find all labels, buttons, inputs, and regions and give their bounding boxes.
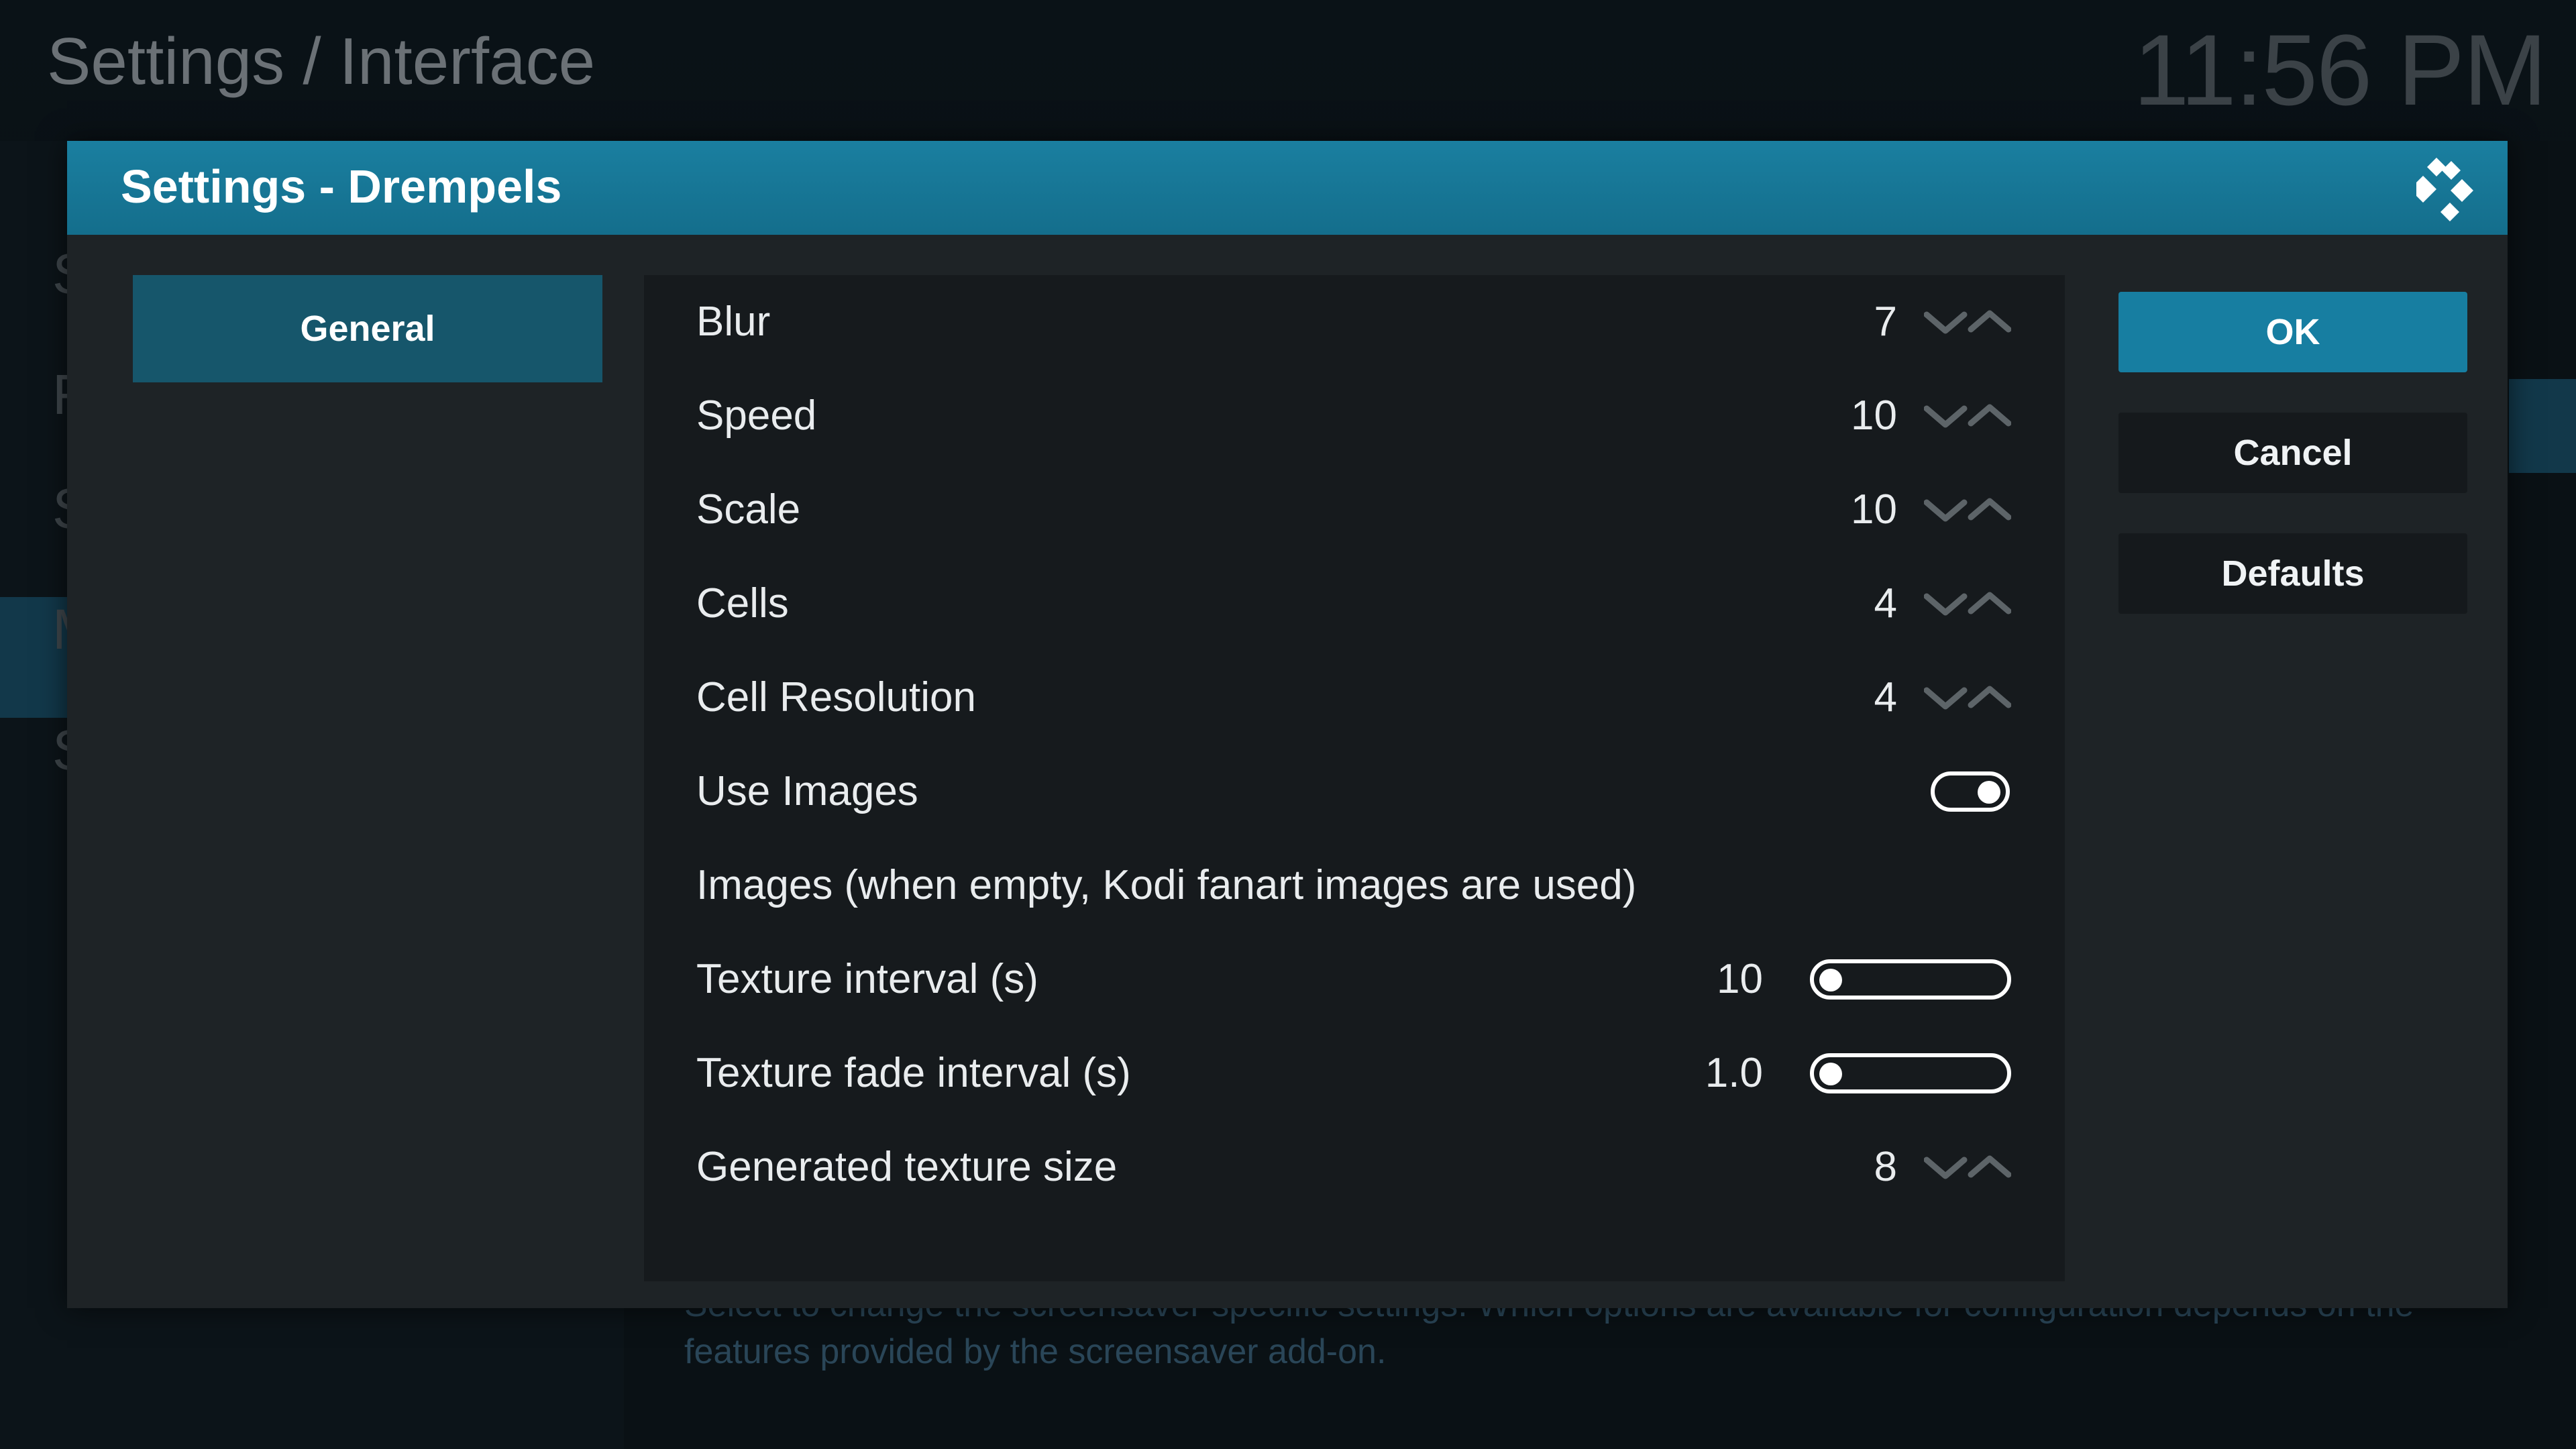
chevron-down-icon xyxy=(1924,1157,1968,1179)
settings-list: Blur 7 Speed 10 Scale 10 Cells 4 Cell Re… xyxy=(644,275,2065,1281)
setting-value: 1.0 xyxy=(1705,1050,1763,1096)
setting-label: Images (when empty, Kodi fanart images a… xyxy=(696,862,1637,908)
setting-value: 4 xyxy=(1874,580,1897,627)
kodi-screen: S F S M S Settings / Interface 11:56 PM … xyxy=(0,0,2576,1449)
setting-value: 4 xyxy=(1874,674,1897,720)
setting-label: Texture interval (s) xyxy=(696,956,1038,1002)
setting-label: Cells xyxy=(696,580,789,627)
spin-control xyxy=(1924,1150,2011,1184)
category-general[interactable]: General xyxy=(133,275,602,382)
slider-knob[interactable] xyxy=(1819,969,1842,991)
setting-row-scale[interactable]: Scale 10 xyxy=(644,463,2065,557)
chevron-up-icon xyxy=(1968,1155,2011,1178)
setting-row-cells[interactable]: Cells 4 xyxy=(644,557,2065,651)
chevron-up-icon xyxy=(1968,404,2011,427)
background-list-highlight xyxy=(2509,379,2576,473)
chevron-down-icon xyxy=(1924,405,1968,428)
slider-knob[interactable] xyxy=(1819,1063,1842,1085)
setting-value: 10 xyxy=(1717,956,1763,1002)
chevron-down-icon xyxy=(1924,499,1968,522)
setting-row-texture-fade-interval[interactable]: Texture fade interval (s) 1.0 xyxy=(644,1026,2065,1120)
toggle-knob xyxy=(1978,781,2000,804)
texture-fade-interval-slider[interactable] xyxy=(1810,1053,2011,1093)
dialog-header: Settings - Drempels xyxy=(67,141,2508,235)
setting-row-generated-texture-size[interactable]: Generated texture size 8 xyxy=(644,1120,2065,1214)
chevron-down-icon xyxy=(1924,311,1968,334)
setting-label: Blur xyxy=(696,299,771,345)
setting-row-blur[interactable]: Blur 7 xyxy=(644,275,2065,369)
chevron-down-icon xyxy=(1924,593,1968,616)
setting-label: Texture fade interval (s) xyxy=(696,1050,1131,1096)
spin-control xyxy=(1924,493,2011,527)
spin-control xyxy=(1924,681,2011,714)
help-text-line: features provided by the screensaver add… xyxy=(684,1332,1387,1371)
chevron-up-icon xyxy=(1968,686,2011,708)
spin-control xyxy=(1924,587,2011,621)
setting-value: 8 xyxy=(1874,1144,1897,1190)
chevron-up-icon xyxy=(1968,498,2011,521)
use-images-toggle[interactable] xyxy=(1931,771,2010,812)
setting-row-cell-resolution[interactable]: Cell Resolution 4 xyxy=(644,651,2065,745)
setting-row-speed[interactable]: Speed 10 xyxy=(644,369,2065,463)
setting-label: Scale xyxy=(696,486,801,533)
spin-control xyxy=(1924,305,2011,339)
defaults-button[interactable]: Defaults xyxy=(2118,533,2467,614)
setting-value: 7 xyxy=(1874,299,1897,345)
clock: 11:56 PM xyxy=(2133,13,2547,126)
spin-control xyxy=(1924,399,2011,433)
dialog-title: Settings - Drempels xyxy=(121,160,562,213)
chevron-up-icon xyxy=(1968,592,2011,614)
setting-value: 10 xyxy=(1851,392,1897,439)
ok-button[interactable]: OK xyxy=(2118,292,2467,372)
page-title: Settings / Interface xyxy=(47,24,596,98)
chevron-down-icon xyxy=(1924,687,1968,710)
cancel-button[interactable]: Cancel xyxy=(2118,413,2467,493)
setting-label: Generated texture size xyxy=(696,1144,1118,1190)
setting-row-use-images[interactable]: Use Images xyxy=(644,745,2065,839)
setting-label: Use Images xyxy=(696,768,918,814)
setting-label: Cell Resolution xyxy=(696,674,976,720)
addon-settings-dialog: Settings - Drempels General Blur 7 Speed… xyxy=(67,141,2508,1308)
setting-row-images-path[interactable]: Images (when empty, Kodi fanart images a… xyxy=(644,839,2065,932)
kodi-logo-icon xyxy=(2416,154,2483,221)
setting-label: Speed xyxy=(696,392,817,439)
texture-interval-slider[interactable] xyxy=(1810,959,2011,1000)
chevron-up-icon xyxy=(1968,310,2011,333)
setting-value: 10 xyxy=(1851,486,1897,533)
setting-row-texture-interval[interactable]: Texture interval (s) 10 xyxy=(644,932,2065,1026)
